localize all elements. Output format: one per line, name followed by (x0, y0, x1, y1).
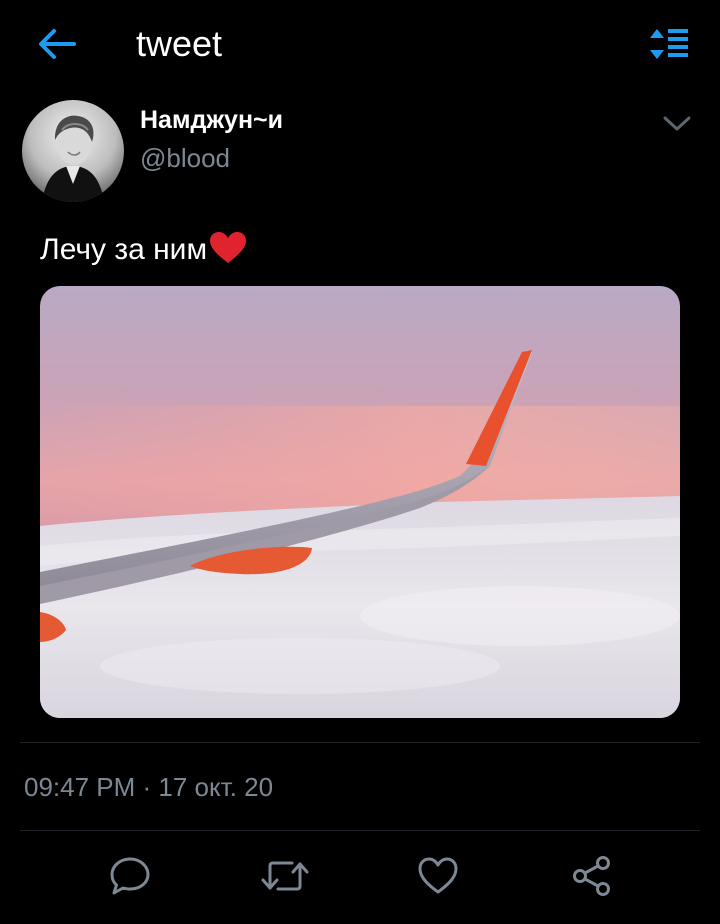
tweet-timestamp: 09:47 PM · 17 окт. 20 (24, 772, 274, 802)
divider (20, 742, 700, 743)
sort-lines-icon (650, 29, 688, 59)
like-button[interactable] (408, 846, 468, 910)
page-title: tweet (136, 23, 223, 64)
tweet-text: Лечу за ним (40, 230, 247, 270)
tweet-actions (0, 846, 720, 914)
divider (20, 830, 700, 831)
reply-button[interactable] (100, 846, 160, 910)
heart-outline-icon (418, 857, 458, 894)
more-options-button[interactable] (660, 110, 694, 136)
avatar[interactable] (22, 100, 124, 202)
retweet-icon (261, 861, 309, 891)
tweet-text-content: Лечу за ним (40, 233, 208, 266)
arrow-left-icon (39, 29, 76, 59)
author-name[interactable]: Намджун~и (140, 104, 283, 136)
retweet-button[interactable] (252, 846, 312, 910)
reply-bubble-icon (110, 857, 150, 895)
share-icon (573, 856, 610, 896)
share-button[interactable] (562, 846, 622, 910)
tweet-media-image[interactable] (40, 286, 680, 718)
top-bar: tweet (0, 0, 720, 90)
back-button[interactable] (36, 26, 78, 62)
sort-button[interactable] (648, 26, 690, 62)
chevron-down-icon (663, 116, 691, 131)
red-heart-emoji (210, 232, 247, 263)
author-handle[interactable]: @blood (140, 142, 230, 174)
